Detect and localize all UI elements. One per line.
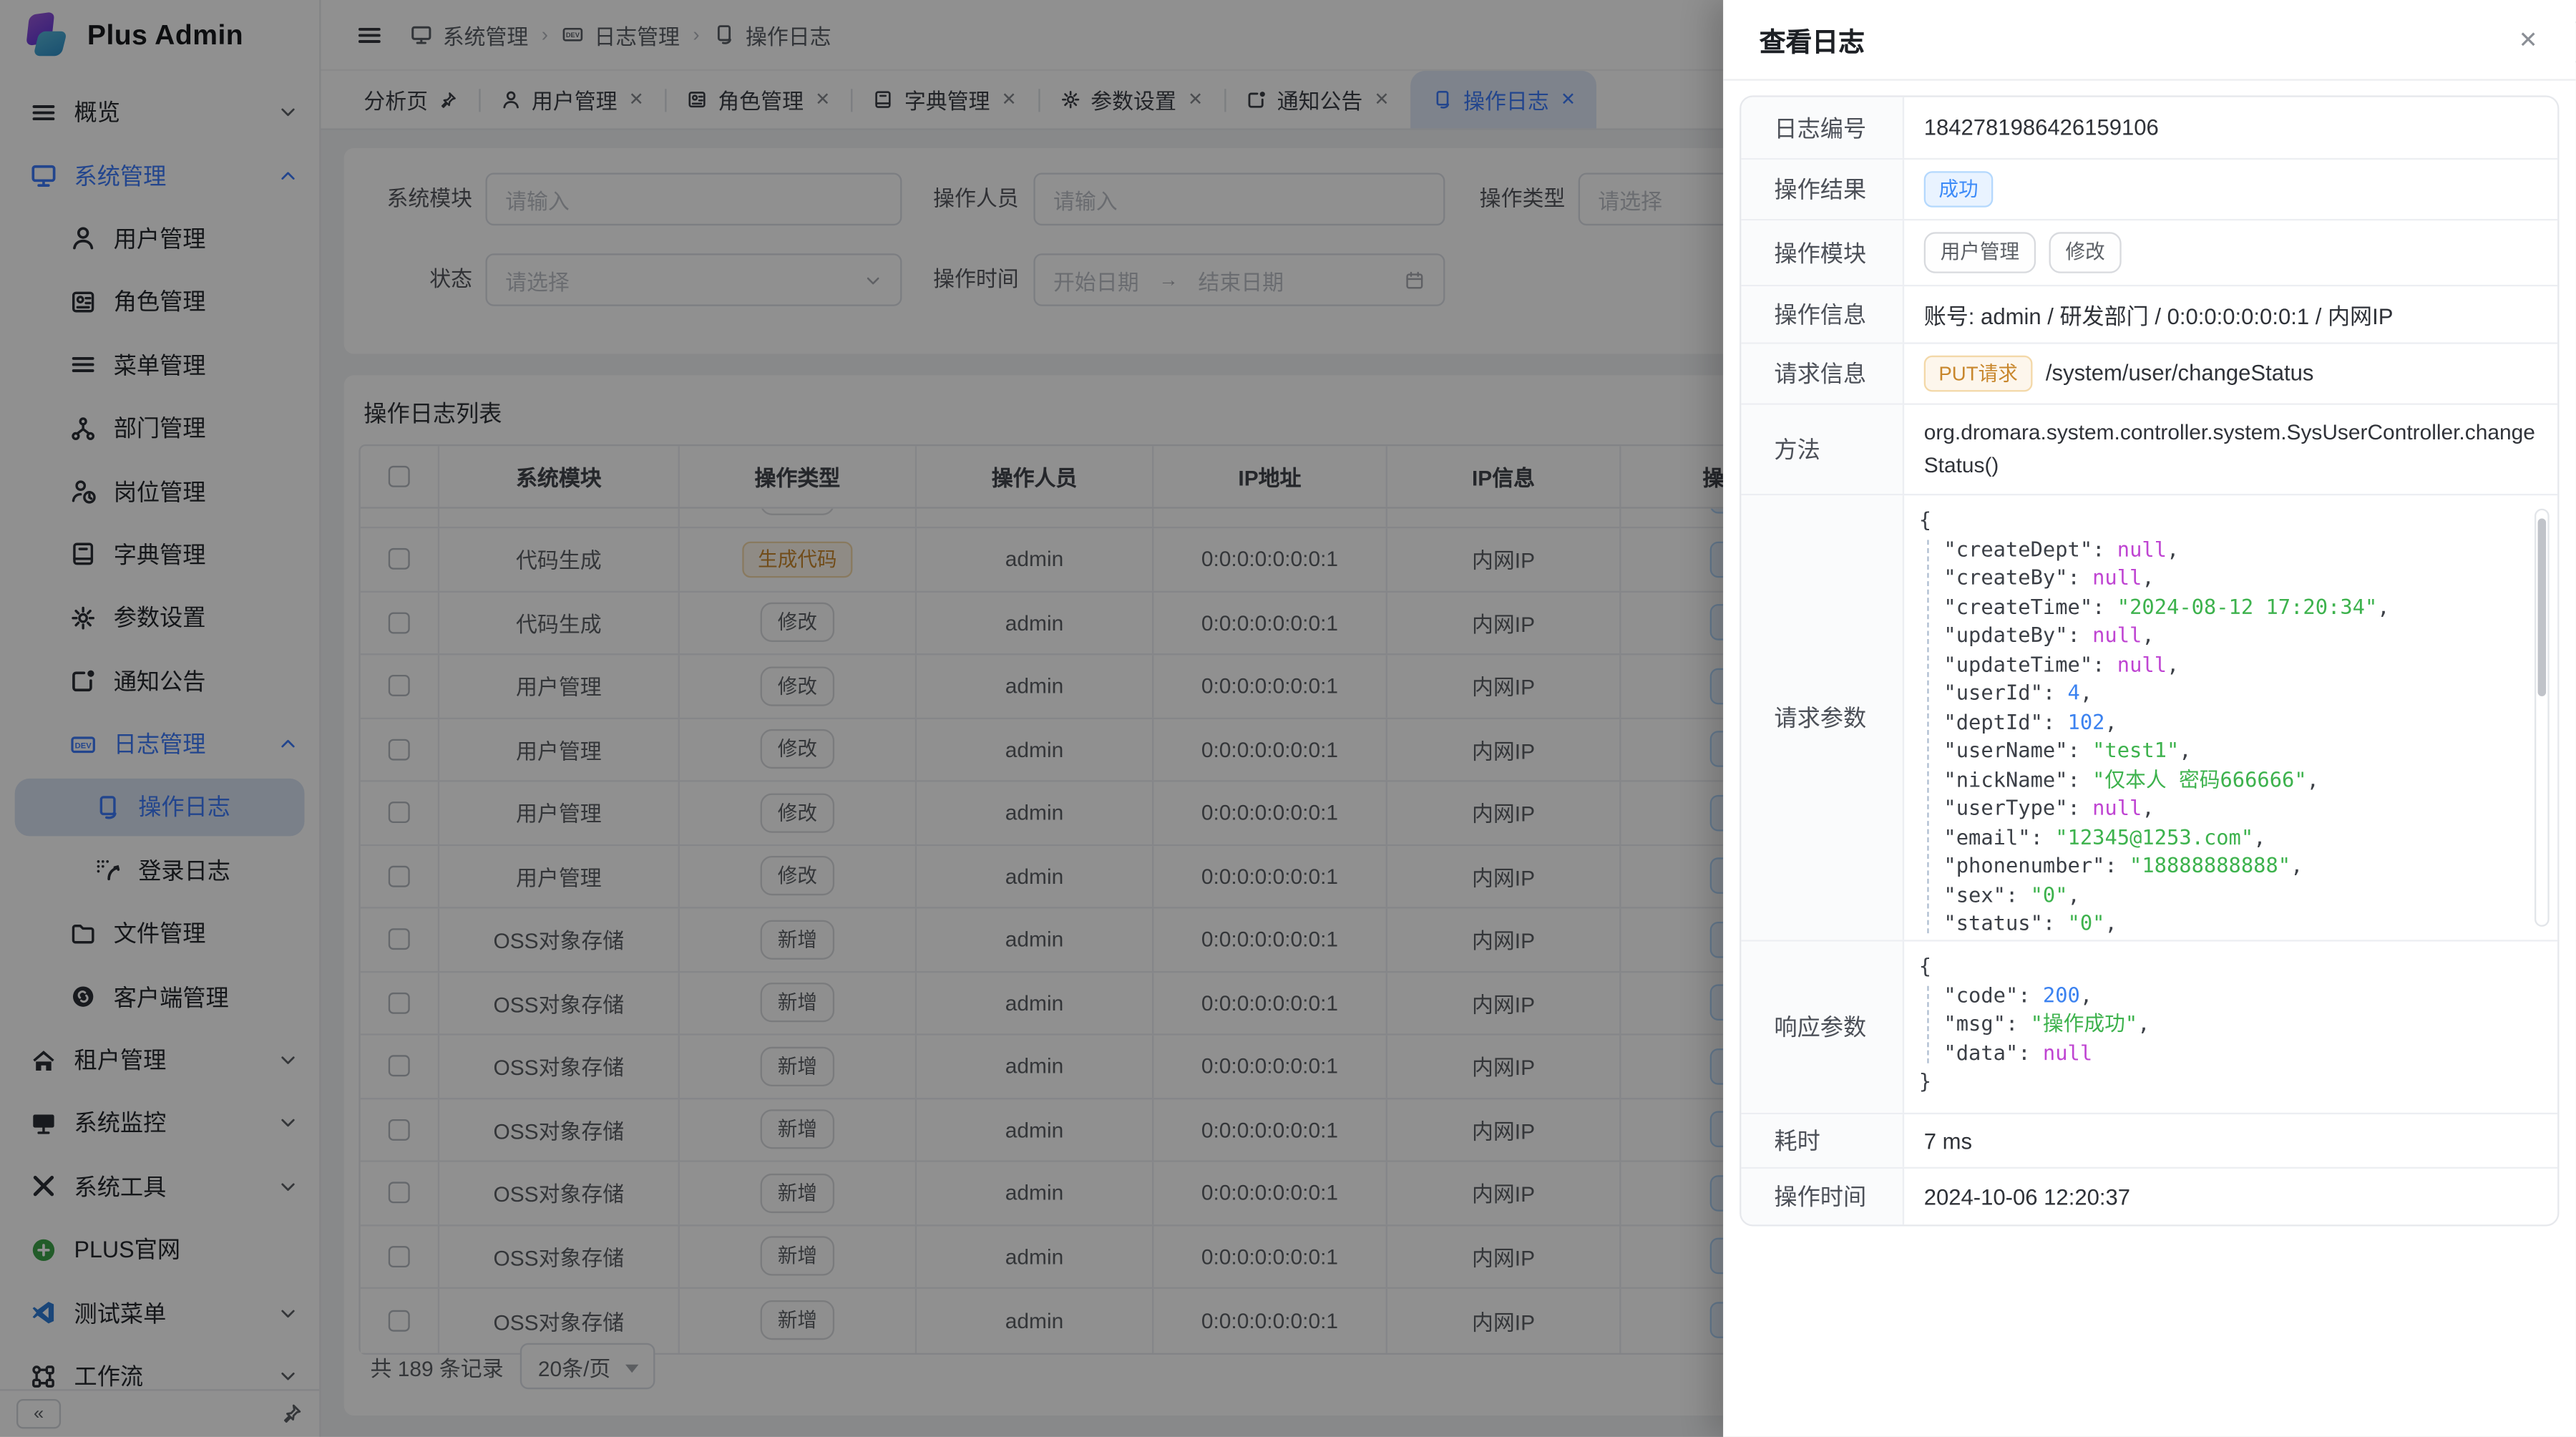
detail-label: 操作时间 [1741, 1169, 1904, 1224]
log-id-value: 1842781986426159106 [1904, 97, 2557, 158]
code-line: "sex": "0", [1919, 880, 2390, 909]
scrollbar-thumb[interactable] [2538, 519, 2547, 696]
code-line: "code": 200, [1919, 980, 2150, 1009]
code-line: "email": "12345@1253.com", [1919, 822, 2390, 851]
detail-label: 请求参数 [1741, 496, 1904, 940]
detail-label: 操作模块 [1741, 221, 1904, 284]
detail-label: 耗时 [1741, 1114, 1904, 1167]
detail-label: 方法 [1741, 405, 1904, 494]
response-params-block: { "code": 200, "msg": "操作成功", "data": nu… [1904, 942, 2557, 1113]
scrollbar-track[interactable] [2534, 509, 2550, 927]
code-line: "createBy": null, [1919, 563, 2390, 592]
detail-label: 响应参数 [1741, 942, 1904, 1113]
code-line: } [1919, 1067, 2150, 1096]
code-line: "msg": "操作成功", [1919, 1009, 2150, 1038]
code-line: "userId": 4, [1919, 678, 2390, 707]
module-tag: 用户管理 [1924, 233, 2036, 273]
code-line: "nickName": "仅本人 密码666666", [1919, 765, 2390, 794]
code-line: "deptId": 102, [1919, 707, 2390, 736]
detail-label: 操作信息 [1741, 286, 1904, 342]
code-line: { [1919, 505, 2390, 534]
result-tag: 成功 [1924, 171, 1994, 208]
code-line: "data": null [1919, 1038, 2150, 1067]
drawer-header: 查看日志 ✕ [1723, 0, 2575, 81]
action-tag: 修改 [2049, 233, 2122, 273]
code-line: "createDept": null, [1919, 535, 2390, 563]
app-viewport: Plus Admin 概览 系统管理 用户管理 [0, 0, 2576, 1437]
method-value: org.dromara.system.controller.system.Sys… [1904, 405, 2557, 494]
operation-info-value: 账号: admin / 研发部门 / 0:0:0:0:0:0:0:1 / 内网I… [1904, 286, 2557, 342]
detail-label: 日志编号 [1741, 97, 1904, 158]
request-params-block: { "createDept": null, "createBy": null, … [1904, 496, 2557, 940]
operation-time-value: 2024-10-06 12:20:37 [1904, 1169, 2557, 1224]
code-line: "createTime": "2024-08-12 17:20:34", [1919, 592, 2390, 620]
view-log-drawer: 查看日志 ✕ 日志编号 1842781986426159106 操作结果 成功 … [1723, 0, 2575, 1437]
code-line: "updateBy": null, [1919, 620, 2390, 649]
log-detail-table: 日志编号 1842781986426159106 操作结果 成功 操作模块 用户… [1740, 95, 2559, 1226]
close-icon[interactable]: ✕ [2519, 26, 2538, 54]
detail-label: 操作结果 [1741, 160, 1904, 220]
detail-label: 请求信息 [1741, 344, 1904, 404]
indent-guide [1926, 540, 1928, 933]
code-line: "phonenumber": "18888888888", [1919, 851, 2390, 880]
code-line: "userName": "test1", [1919, 736, 2390, 764]
request-url-value: /system/user/changeStatus [2046, 361, 2314, 386]
http-method-tag: PUT请求 [1924, 355, 2033, 391]
code-line: "status": "0", [1919, 909, 2390, 937]
code-line: "userType": null, [1919, 794, 2390, 822]
drawer-title: 查看日志 [1760, 20, 1865, 59]
code-line: { [1919, 952, 2150, 980]
indent-guide [1926, 986, 1928, 1063]
code-line: "updateTime": null, [1919, 650, 2390, 678]
cost-value: 7 ms [1904, 1114, 2557, 1167]
